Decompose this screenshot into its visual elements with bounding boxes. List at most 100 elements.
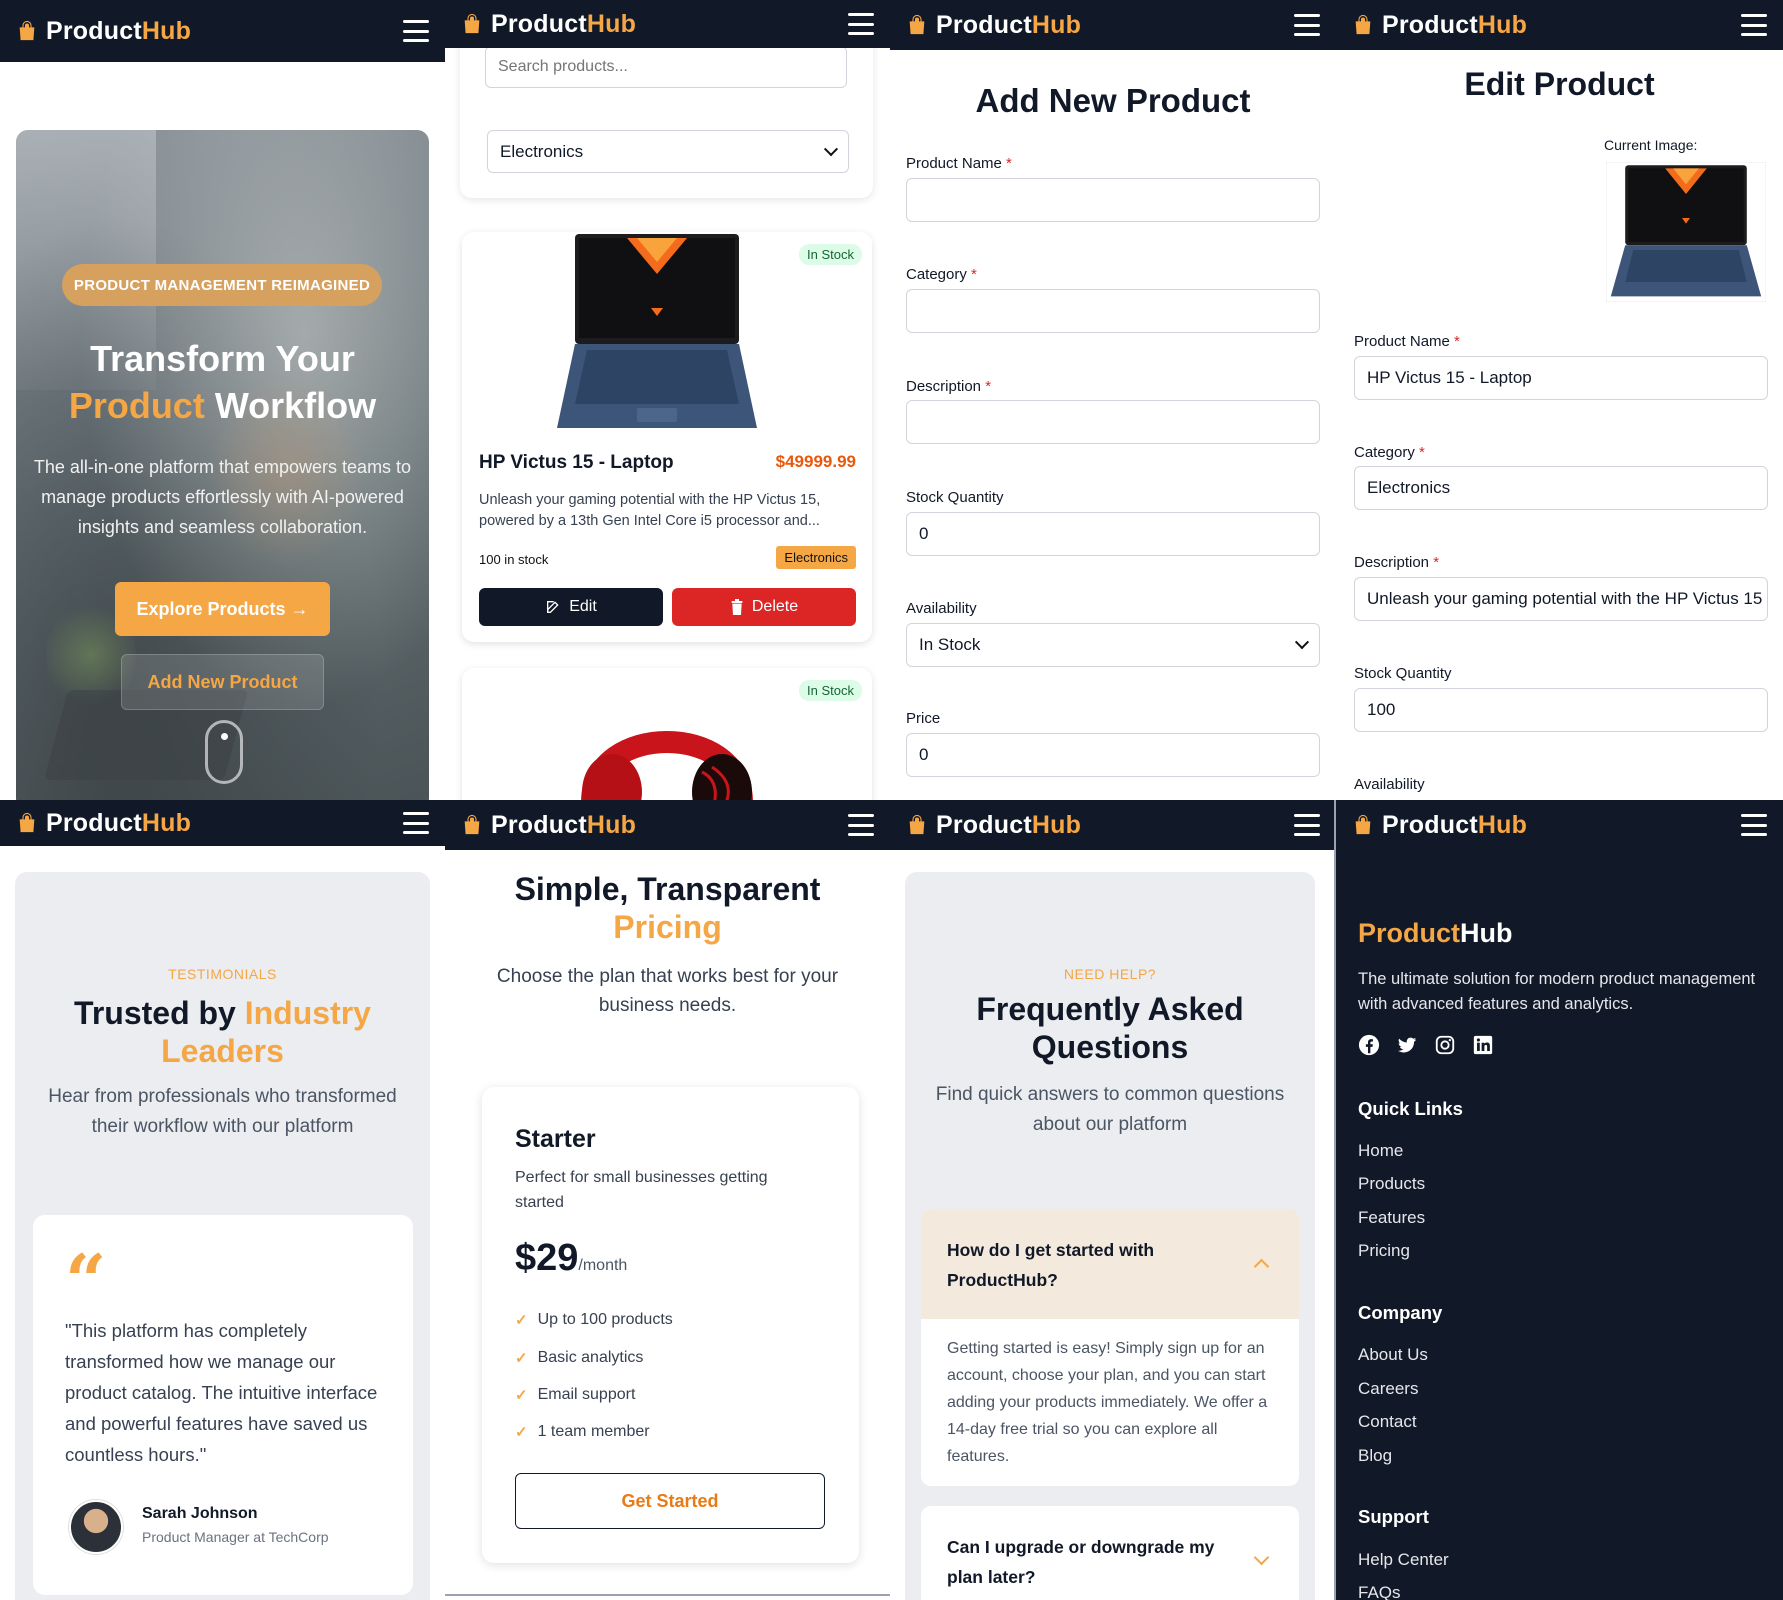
footer-screen: ProductHub ProductHub The ultimate solut… — [1336, 800, 1783, 1600]
brand-name: ProductHub — [936, 810, 1082, 839]
faq-section: NEED HELP? Frequently Asked Questions Fi… — [905, 872, 1315, 1600]
menu-icon[interactable] — [403, 20, 429, 42]
footer-link-about[interactable]: About Us — [1358, 1345, 1428, 1365]
edit-product-screen: ProductHub Edit Product Current Image: P… — [1336, 0, 1783, 800]
section-subtitle: Choose the plan that works best for your… — [496, 966, 839, 1016]
brand-logo[interactable]: ProductHub — [1352, 11, 1527, 40]
category-input[interactable]: Electronics — [1354, 466, 1768, 510]
section-subtitle: Find quick answers to common questions a… — [935, 1084, 1285, 1135]
search-input[interactable] — [485, 46, 847, 88]
description-input[interactable]: Unleash your gaming potential with the H… — [1354, 577, 1768, 621]
check-icon: ✓ — [515, 1424, 528, 1441]
brand-logo[interactable]: ProductHub — [1352, 811, 1527, 840]
hero-title: Transform Your Product Workflow — [68, 338, 377, 426]
delete-button[interactable]: Delete — [672, 588, 856, 626]
category-input[interactable] — [906, 289, 1320, 333]
footer-link-blog[interactable]: Blog — [1358, 1446, 1392, 1466]
shopping-bag-icon — [909, 14, 925, 35]
shopping-bag-icon — [19, 20, 35, 41]
add-product-screen: ProductHub Add New Product Product Name … — [890, 0, 1336, 800]
footer-link-faqs[interactable]: FAQs — [1358, 1583, 1401, 1600]
footer-description: The ultimate solution for modern product… — [1358, 970, 1756, 1013]
plan-feature: ✓ 1 team member — [515, 1423, 650, 1441]
check-icon: ✓ — [515, 1312, 528, 1329]
plan-price: $29/month — [515, 1237, 628, 1279]
brand-logo[interactable]: ProductHub — [906, 11, 1081, 40]
footer-link-contact[interactable]: Contact — [1358, 1412, 1417, 1432]
product-name-input[interactable] — [906, 178, 1320, 222]
headphones-product-image — [581, 731, 753, 800]
explore-products-button[interactable]: Explore Products → — [115, 582, 330, 636]
stock-quantity-input[interactable]: 0 — [906, 512, 1320, 556]
menu-icon[interactable] — [848, 814, 874, 836]
menu-icon[interactable] — [1294, 14, 1320, 36]
shopping-bag-icon — [19, 812, 35, 833]
category-filter-select[interactable]: Electronics — [487, 130, 849, 173]
author-name: Sarah Johnson — [142, 1505, 258, 1522]
brand-logo[interactable]: ProductHub — [906, 811, 1081, 840]
plan-feature: ✓ Email support — [515, 1386, 636, 1404]
brand-logo[interactable]: ProductHub — [461, 10, 636, 39]
testimonial-card: “ "This platform has completely transfor… — [33, 1215, 413, 1595]
menu-icon[interactable] — [1741, 814, 1767, 836]
hero-screen: ProductHub PRODUCT MANAGEMENT REIMAGINED… — [0, 0, 445, 800]
description-input[interactable] — [906, 400, 1320, 444]
brand-name: ProductHub — [491, 9, 637, 38]
instagram-icon[interactable] — [1434, 1034, 1456, 1056]
stock-quantity-input[interactable]: 100 — [1354, 688, 1768, 732]
add-new-product-button[interactable]: Add New Product — [121, 654, 324, 710]
brand-logo[interactable]: ProductHub — [461, 811, 636, 840]
testimonials-screen: TESTIMONIALS Trusted by Industry Leaders… — [0, 800, 445, 1600]
navbar: ProductHub — [890, 800, 1336, 850]
plan-description: Perfect for small businesses getting sta… — [515, 1169, 768, 1211]
price-input[interactable]: 0 — [906, 733, 1320, 777]
faq-question[interactable]: How do I get started with ProductHub? — [947, 1235, 1227, 1295]
section-eyebrow: NEED HELP? — [1063, 966, 1157, 982]
section-title: Simple, Transparent Pricing — [514, 871, 821, 945]
category-tag: Electronics — [776, 546, 856, 569]
scroll-indicator-icon — [205, 720, 243, 784]
company-heading: Company — [1358, 1302, 1443, 1323]
menu-icon[interactable] — [848, 13, 874, 35]
footer-link-home[interactable]: Home — [1358, 1141, 1403, 1161]
faq-screen: NEED HELP? Frequently Asked Questions Fi… — [890, 800, 1336, 1600]
price-label: Price — [906, 710, 941, 727]
brand-logo[interactable]: ProductHub — [16, 17, 191, 46]
footer-link-pricing[interactable]: Pricing — [1358, 1241, 1410, 1261]
stock-quantity-label: Stock Quantity — [906, 489, 1004, 506]
faq-item[interactable]: Can I upgrade or downgrade my plan later… — [921, 1506, 1299, 1600]
shopping-bag-icon — [464, 13, 480, 34]
facebook-icon[interactable] — [1358, 1034, 1380, 1056]
chevron-down-icon[interactable] — [1253, 1549, 1270, 1566]
menu-icon[interactable] — [1741, 14, 1767, 36]
get-started-button[interactable]: Get Started — [515, 1473, 825, 1529]
footer-link-features[interactable]: Features — [1358, 1208, 1425, 1228]
availability-label: Availability — [906, 600, 977, 617]
footer-link-careers[interactable]: Careers — [1358, 1379, 1418, 1399]
faq-question[interactable]: Can I upgrade or downgrade my plan later… — [947, 1532, 1227, 1592]
menu-icon[interactable] — [1294, 814, 1320, 836]
twitter-icon[interactable] — [1396, 1034, 1418, 1056]
footer-link-help-center[interactable]: Help Center — [1358, 1550, 1449, 1570]
footer-link-products[interactable]: Products — [1358, 1174, 1425, 1194]
menu-icon[interactable] — [403, 812, 429, 834]
section-title: Trusted by Industry Leaders — [74, 995, 371, 1069]
navbar: ProductHub — [1336, 0, 1783, 50]
quick-links-heading: Quick Links — [1358, 1098, 1463, 1119]
navbar: ProductHub — [0, 0, 445, 62]
plan-name: Starter — [515, 1125, 596, 1153]
brand-logo[interactable]: ProductHub — [16, 809, 191, 838]
brand-name: ProductHub — [1382, 10, 1528, 39]
availability-select[interactable]: In Stock — [906, 623, 1320, 667]
stock-quantity: 100 in stock — [479, 552, 549, 567]
edit-button[interactable]: Edit — [479, 588, 663, 626]
current-product-image — [1606, 162, 1766, 302]
hero-banner: PRODUCT MANAGEMENT REIMAGINED Transform … — [16, 130, 429, 800]
shopping-bag-icon — [464, 814, 480, 835]
category-label: Category * — [906, 266, 977, 283]
linkedin-icon[interactable] — [1472, 1034, 1494, 1056]
product-name-input[interactable]: HP Victus 15 - Laptop — [1354, 356, 1768, 400]
form-title: Add New Product — [975, 82, 1251, 119]
navbar: ProductHub — [445, 800, 890, 850]
testimonials-section: TESTIMONIALS Trusted by Industry Leaders… — [15, 872, 430, 1600]
